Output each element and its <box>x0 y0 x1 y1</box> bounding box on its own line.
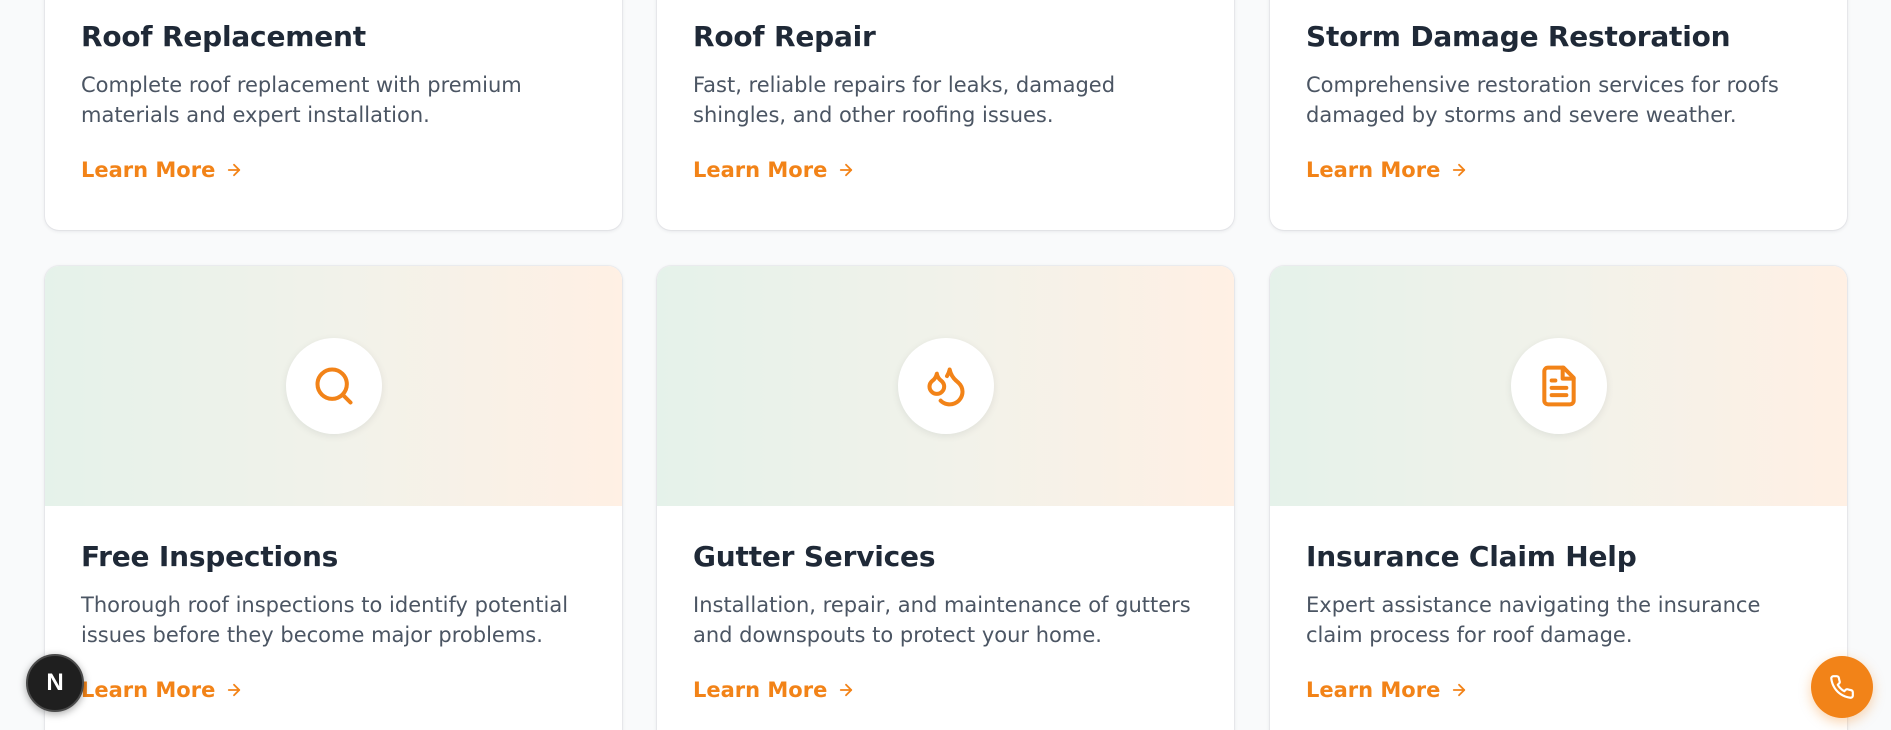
learn-more-label: Learn More <box>1306 677 1441 702</box>
learn-more-label: Learn More <box>1306 157 1441 182</box>
service-title: Storm Damage Restoration <box>1306 20 1731 53</box>
service-description: Thorough roof inspections to identify po… <box>81 592 569 647</box>
search-icon <box>314 367 353 405</box>
card-banner <box>45 266 622 506</box>
arrow-right-icon <box>1453 163 1466 176</box>
arrow-right-icon <box>228 163 241 176</box>
service-card-free-inspections: Free Inspections Thorough roof inspectio… <box>45 266 622 730</box>
dev-badge-letter: N <box>46 669 64 696</box>
learn-more-label: Learn More <box>81 157 216 182</box>
service-card-storm-damage: Storm Damage Restoration Comprehensive r… <box>1270 0 1847 230</box>
learn-more-link[interactable]: Learn More <box>1306 158 1468 182</box>
service-card-roof-replacement: Roof Replacement Complete roof replaceme… <box>45 0 622 230</box>
document-icon <box>1541 365 1576 407</box>
services-page: Roof Replacement Complete roof replaceme… <box>0 0 1891 730</box>
service-title: Insurance Claim Help <box>1306 540 1637 573</box>
service-card-roof-repair: Roof Repair Fast, reliable repairs for l… <box>657 0 1234 230</box>
icon-badge <box>285 338 382 434</box>
learn-more-label: Learn More <box>81 677 216 702</box>
service-description: Expert assistance navigating the insuran… <box>1306 592 1761 647</box>
call-button[interactable] <box>1811 656 1873 718</box>
service-title: Roof Replacement <box>81 20 366 53</box>
card-banner <box>657 266 1234 506</box>
dev-tools-badge[interactable]: N <box>26 654 84 712</box>
droplets-icon <box>926 367 965 407</box>
service-title: Roof Repair <box>693 20 876 53</box>
learn-more-label: Learn More <box>693 677 828 702</box>
learn-more-link[interactable]: Learn More <box>81 678 243 702</box>
service-title: Gutter Services <box>693 540 936 573</box>
icon-badge <box>897 338 994 434</box>
arrow-right-icon <box>840 683 853 696</box>
service-description: Installation, repair, and maintenance of… <box>693 592 1191 647</box>
service-description: Complete roof replacement with premium m… <box>81 72 522 127</box>
icon-badge <box>1510 338 1607 434</box>
service-card-gutter-services: Gutter Services Installation, repair, an… <box>657 266 1234 730</box>
service-title: Free Inspections <box>81 540 339 573</box>
phone-icon <box>1830 675 1854 699</box>
service-card-insurance-claim: Insurance Claim Help Expert assistance n… <box>1270 266 1847 730</box>
service-description: Fast, reliable repairs for leaks, damage… <box>693 72 1116 127</box>
learn-more-link[interactable]: Learn More <box>1306 678 1468 702</box>
service-description: Comprehensive restoration services for r… <box>1306 72 1779 127</box>
learn-more-label: Learn More <box>693 157 828 182</box>
arrow-right-icon <box>840 163 853 176</box>
arrow-right-icon <box>228 683 241 696</box>
card-banner <box>1270 266 1847 506</box>
learn-more-link[interactable]: Learn More <box>81 158 243 182</box>
learn-more-link[interactable]: Learn More <box>693 678 855 702</box>
arrow-right-icon <box>1453 683 1466 696</box>
learn-more-link[interactable]: Learn More <box>693 158 855 182</box>
